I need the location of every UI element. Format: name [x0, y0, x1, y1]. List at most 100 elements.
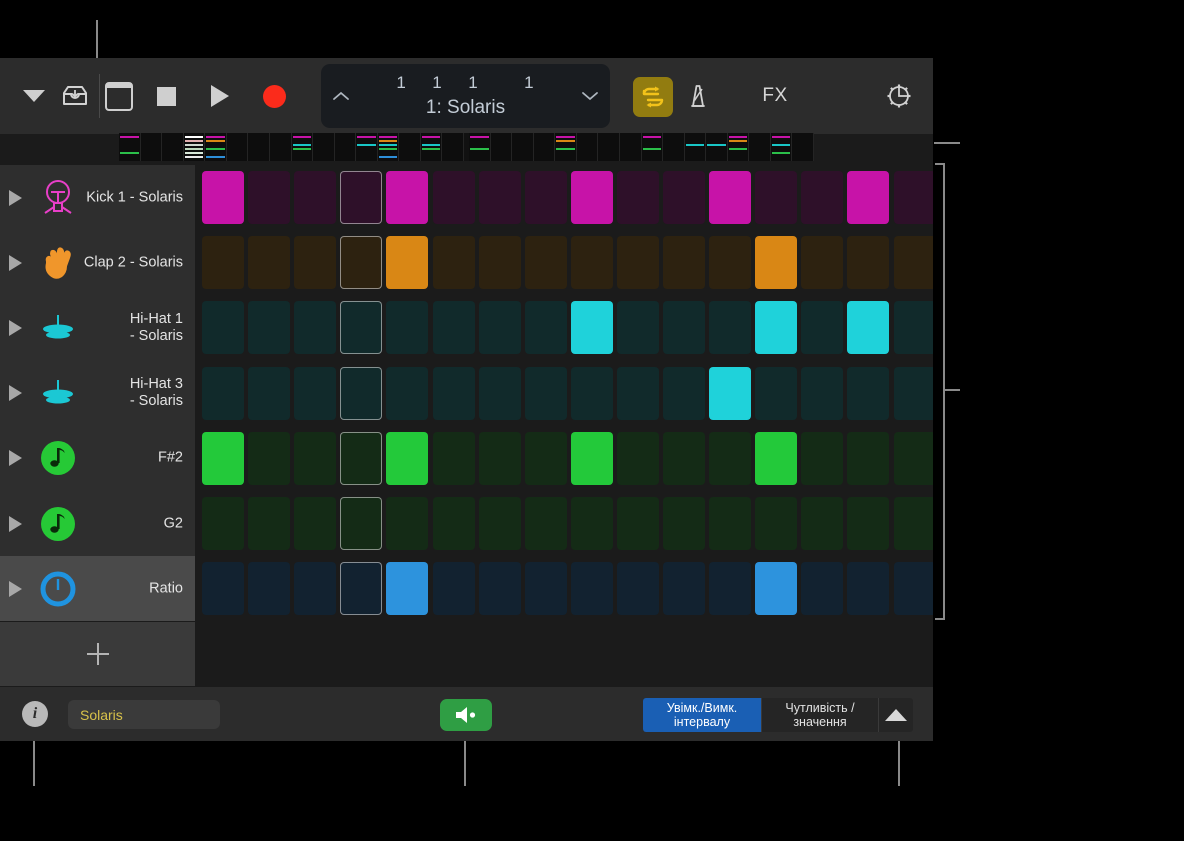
step-cell[interactable]: [709, 301, 752, 355]
library-icon[interactable]: [58, 58, 92, 134]
step-cell[interactable]: [478, 236, 521, 290]
step-cell[interactable]: [248, 366, 291, 420]
track-header[interactable]: Hi-Hat 1 - Solaris: [0, 295, 195, 362]
step-cell[interactable]: [847, 562, 890, 616]
step-cell[interactable]: [893, 562, 933, 616]
step-cell[interactable]: [248, 236, 291, 290]
step-cell[interactable]: [709, 236, 752, 290]
step-cell[interactable]: [616, 171, 659, 224]
step-cell[interactable]: [386, 497, 429, 550]
step-cell[interactable]: [616, 236, 659, 290]
step-cell[interactable]: [202, 562, 244, 616]
step-cell[interactable]: [893, 171, 933, 224]
step-cell[interactable]: [755, 366, 798, 420]
segment-button[interactable]: Увімк./Вимк. інтервалу: [643, 698, 762, 732]
step-cell[interactable]: [663, 497, 705, 550]
step-cell[interactable]: [755, 497, 798, 550]
track-play-icon[interactable]: [9, 319, 22, 336]
step-cell[interactable]: [478, 171, 521, 224]
track-header[interactable]: F#2: [0, 425, 195, 492]
step-cell[interactable]: [570, 562, 613, 616]
track-header[interactable]: Ratio: [0, 556, 195, 623]
view-toggle-icon[interactable]: [102, 58, 136, 134]
position-pattern-display[interactable]: 1 1 1 1 1: Solaris: [321, 64, 610, 128]
track-header[interactable]: G2: [0, 491, 195, 558]
step-cell[interactable]: [801, 171, 844, 224]
step-cell[interactable]: [340, 562, 383, 616]
info-button[interactable]: i: [22, 701, 48, 727]
step-cell[interactable]: [248, 301, 291, 355]
step-cell[interactable]: [847, 497, 890, 550]
step-cell[interactable]: [570, 236, 613, 290]
step-cell[interactable]: [801, 562, 844, 616]
step-cell[interactable]: [294, 497, 337, 550]
step-cell[interactable]: [432, 236, 475, 290]
overview-block[interactable]: [469, 133, 814, 161]
step-cell[interactable]: [801, 366, 844, 420]
track-header[interactable]: Kick 1 - Solaris: [0, 165, 195, 232]
step-cell[interactable]: [432, 301, 475, 355]
step-cell-active[interactable]: [755, 562, 798, 616]
step-cell-active[interactable]: [386, 562, 429, 616]
step-cell[interactable]: [847, 431, 890, 485]
step-cell[interactable]: [340, 171, 383, 224]
segment-button[interactable]: Чутливість / значення: [762, 698, 879, 732]
step-cell-active[interactable]: [847, 301, 890, 355]
step-cell-active[interactable]: [386, 431, 429, 485]
track-play-icon[interactable]: [9, 580, 22, 597]
step-cell[interactable]: [340, 366, 383, 420]
step-cell[interactable]: [801, 497, 844, 550]
step-cell[interactable]: [386, 366, 429, 420]
disclosure-triangle-icon[interactable]: [18, 58, 50, 134]
step-cell[interactable]: [801, 301, 844, 355]
step-cell[interactable]: [663, 236, 705, 290]
step-cell-active[interactable]: [202, 431, 244, 485]
step-cell[interactable]: [893, 301, 933, 355]
track-play-icon[interactable]: [9, 254, 22, 271]
step-cell[interactable]: [524, 171, 567, 224]
step-cell[interactable]: [801, 236, 844, 290]
step-cell[interactable]: [202, 366, 244, 420]
step-cell[interactable]: [893, 497, 933, 550]
step-cell[interactable]: [386, 301, 429, 355]
add-track-button[interactable]: [0, 622, 195, 686]
step-cell[interactable]: [478, 497, 521, 550]
step-cell-active[interactable]: [570, 171, 613, 224]
step-cell[interactable]: [340, 497, 383, 550]
fx-button[interactable]: FX: [752, 58, 798, 134]
step-cell[interactable]: [709, 431, 752, 485]
step-cell[interactable]: [524, 301, 567, 355]
overview-block[interactable]: [119, 133, 464, 161]
step-cell[interactable]: [663, 431, 705, 485]
step-cell[interactable]: [847, 366, 890, 420]
step-cell[interactable]: [340, 301, 383, 355]
step-cell[interactable]: [801, 431, 844, 485]
step-cell-active[interactable]: [755, 301, 798, 355]
step-cell[interactable]: [616, 562, 659, 616]
pattern-overview-strip[interactable]: [119, 133, 814, 161]
stop-button[interactable]: [150, 58, 182, 134]
step-cell[interactable]: [663, 366, 705, 420]
play-button[interactable]: [204, 58, 236, 134]
step-cell[interactable]: [202, 236, 244, 290]
step-cell[interactable]: [709, 497, 752, 550]
step-cell[interactable]: [755, 171, 798, 224]
step-cell[interactable]: [478, 366, 521, 420]
step-cell-active[interactable]: [709, 171, 752, 224]
step-cell[interactable]: [432, 431, 475, 485]
step-cell[interactable]: [340, 431, 383, 485]
step-cell-active[interactable]: [709, 366, 752, 420]
pattern-name-field[interactable]: Solaris: [68, 700, 220, 729]
step-cell[interactable]: [709, 562, 752, 616]
step-cell-active[interactable]: [570, 431, 613, 485]
step-cell[interactable]: [432, 562, 475, 616]
step-cell[interactable]: [478, 301, 521, 355]
track-play-icon[interactable]: [9, 450, 22, 467]
step-cell-active[interactable]: [386, 236, 429, 290]
step-cell[interactable]: [893, 366, 933, 420]
step-cell[interactable]: [202, 301, 244, 355]
record-button[interactable]: [258, 58, 290, 134]
metronome-icon[interactable]: [682, 58, 714, 134]
step-cell[interactable]: [570, 366, 613, 420]
speaker-button[interactable]: [440, 699, 492, 731]
